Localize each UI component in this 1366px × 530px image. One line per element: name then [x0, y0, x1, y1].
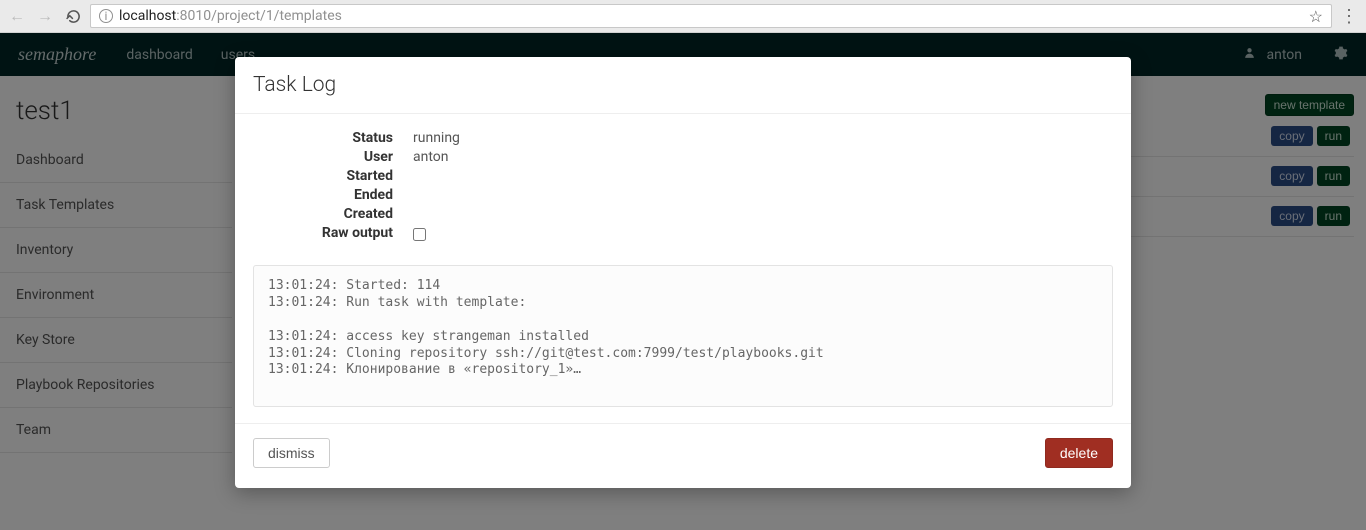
- browser-menu-icon[interactable]: ⋮: [1338, 6, 1360, 27]
- ended-label: Ended: [253, 187, 413, 203]
- browser-url-bar[interactable]: i localhost:8010/project/1/templates ☆: [90, 4, 1332, 28]
- modal-overlay: Task Log Status running User anton Start…: [0, 33, 1366, 530]
- raw-label: Raw output: [253, 225, 413, 245]
- url-path: /project/1/templates: [211, 8, 342, 24]
- raw-output-checkbox[interactable]: [413, 228, 426, 241]
- task-log-modal: Task Log Status running User anton Start…: [235, 57, 1131, 488]
- browser-url-text: localhost:8010/project/1/templates: [119, 8, 342, 24]
- user-label: User: [253, 149, 413, 165]
- delete-button[interactable]: delete: [1045, 438, 1113, 468]
- browser-back-button[interactable]: ←: [6, 5, 28, 27]
- dismiss-button[interactable]: dismiss: [253, 438, 330, 468]
- browser-reload-button[interactable]: [62, 5, 84, 27]
- created-label: Created: [253, 206, 413, 222]
- url-host: localhost: [119, 8, 176, 24]
- bookmark-icon[interactable]: ☆: [1309, 7, 1323, 26]
- status-value: running: [413, 130, 460, 146]
- started-label: Started: [253, 168, 413, 184]
- url-port: :8010: [176, 8, 211, 24]
- log-output: 13:01:24: Started: 114 13:01:24: Run tas…: [253, 265, 1113, 407]
- user-value: anton: [413, 149, 449, 165]
- modal-title: Task Log: [235, 57, 1131, 114]
- info-icon: i: [99, 9, 113, 23]
- status-label: Status: [253, 130, 413, 146]
- browser-forward-button[interactable]: →: [34, 5, 56, 27]
